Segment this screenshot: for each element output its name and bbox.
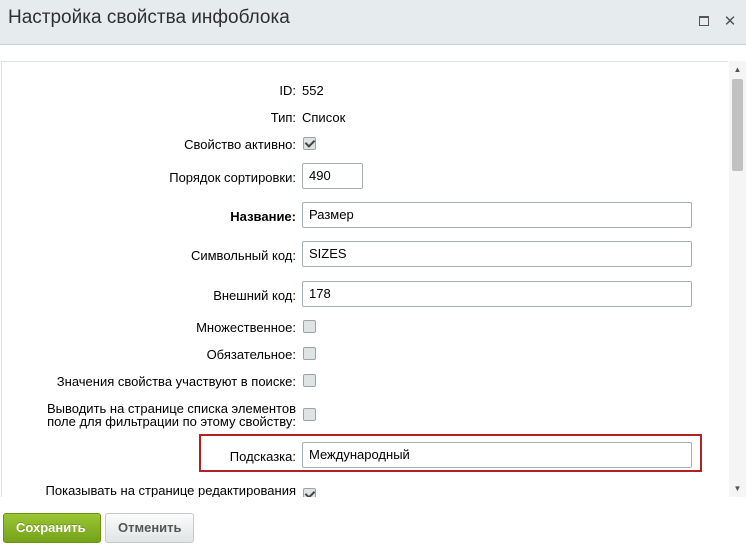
type-value: Список [302,110,346,125]
hint-label: Подсказка: [229,449,296,464]
multiple-checkbox[interactable] [303,320,316,333]
code-label: Символьный код: [190,248,296,263]
maximize-button[interactable] [696,13,712,29]
code-input[interactable]: SIZES [302,241,692,267]
active-label: Свойство активно: [184,137,296,152]
vertical-scrollbar[interactable]: ▲ ▼ [729,61,746,497]
hint-input[interactable]: Международный [302,442,692,468]
searchable-checkbox[interactable] [303,374,316,387]
close-icon: ✕ [723,12,737,30]
id-value: 552 [302,83,324,98]
scroll-down-icon[interactable]: ▼ [729,482,746,496]
scroll-up-icon[interactable]: ▲ [729,63,746,77]
type-label: Тип: [270,110,296,125]
dialog-titlebar: Настройка свойства инфоблока ✕ [0,0,746,45]
name-input[interactable]: Размер [302,202,692,228]
required-checkbox[interactable] [303,347,316,360]
form-scroll-area: ID: 552 Тип: Список Свойство активно: По… [1,61,728,497]
sort-input[interactable]: 490 [302,163,363,189]
dialog-title: Настройка свойства инфоблока [8,7,290,28]
multiple-label: Множественное: [196,320,296,335]
scroll-thumb[interactable] [732,79,743,171]
cancel-button[interactable]: Отменить [105,513,194,543]
xml-id-input[interactable]: 178 [302,281,692,307]
name-label: Название: [230,209,296,224]
required-label: Обязательное: [206,347,296,362]
filtrable-label: Выводить на странице списка элементов по… [47,401,296,429]
xml-id-label: Внешний код: [213,288,296,303]
show-edit-label: Показывать на странице редактирования [45,483,296,497]
show-edit-checkbox[interactable] [303,488,316,497]
id-label: ID: [279,83,296,98]
searchable-label: Значения свойства участвуют в поиске: [56,374,296,389]
maximize-icon [699,16,709,26]
sort-label: Порядок сортировки: [169,170,296,185]
save-button[interactable]: Сохранить [3,513,101,543]
close-button[interactable]: ✕ [722,13,738,29]
active-checkbox[interactable] [303,137,316,150]
filtrable-checkbox[interactable] [303,408,316,421]
